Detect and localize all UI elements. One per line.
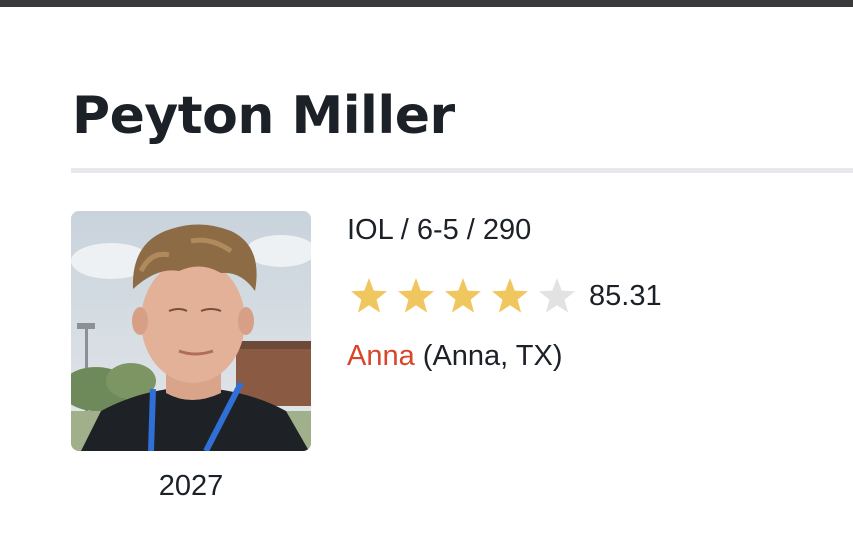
star-empty-icon [539,278,575,313]
player-photo-image [71,211,311,451]
star-filled-icon [492,278,528,313]
player-name: Peyton Miller [72,86,455,146]
star-filled-icon [398,278,434,313]
hometown: (Anna, TX) [422,340,563,372]
player-bio: IOL / 6-5 / 290 [347,214,532,246]
school-info: Anna (Anna, TX) [347,340,563,373]
stars-container [349,276,584,316]
top-bar [0,0,853,7]
star-filled-icon [445,278,481,313]
class-year: 2027 [158,470,224,502]
star-filled-icon [351,278,387,313]
divider [71,168,853,173]
player-photo[interactable] [71,211,311,451]
school-link[interactable]: Anna [347,340,415,372]
star-rating: 85.31 [349,276,662,316]
rating-score: 85.31 [589,279,662,312]
